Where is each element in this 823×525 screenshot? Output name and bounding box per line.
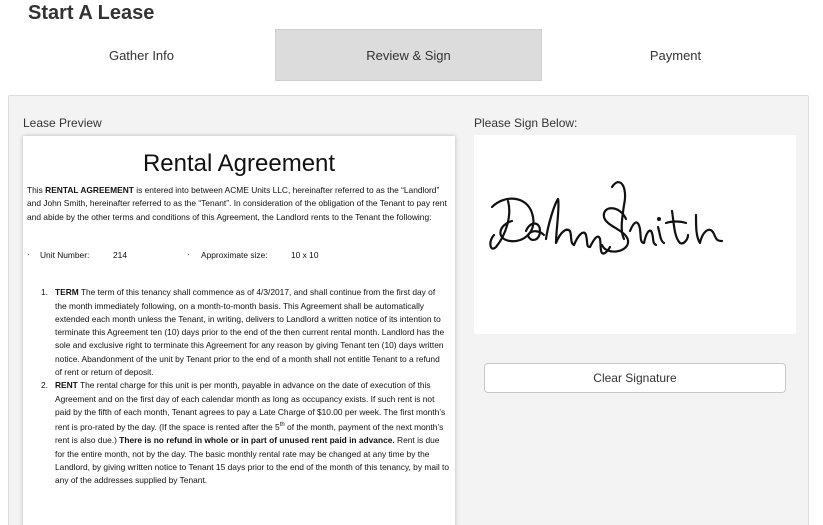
unit-details: · Unit Number: 214 · Approximate size: 1… <box>23 250 455 264</box>
intro-bold: RENTAL AGREEMENT <box>45 185 134 195</box>
tab-gather-info[interactable]: Gather Info <box>8 29 275 81</box>
term-number: 2. <box>41 380 48 391</box>
sign-below-label: Please Sign Below: <box>474 116 578 130</box>
bullet: · <box>187 250 190 260</box>
tab-payment[interactable]: Payment <box>542 29 809 81</box>
document-intro: This RENTAL AGREEMENT is entered into be… <box>23 180 455 224</box>
bullet: · <box>27 250 30 260</box>
list-item: 2. RENT The rental charge for this unit i… <box>41 379 449 487</box>
unit-number-label: Unit Number: <box>40 250 90 261</box>
intro-text: This <box>27 185 46 195</box>
size-value: 10 x 10 <box>291 250 319 261</box>
document-title: Rental Agreement <box>142 150 336 177</box>
step-tabs: Gather Info Review & Sign Payment <box>8 29 808 81</box>
term-heading: TERM <box>55 287 79 298</box>
review-panel: Lease Preview Please Sign Below: Rental … <box>8 95 809 525</box>
term-number: 1. <box>41 287 48 298</box>
unit-number-value: 214 <box>113 250 127 261</box>
lease-preview-label: Lease Preview <box>23 116 102 130</box>
terms-list: 1. TERM The term of this tenancy shall co… <box>23 286 455 487</box>
signature-pad[interactable] <box>474 135 796 334</box>
term-heading: RENT <box>55 380 78 391</box>
size-label: Approximate size: <box>201 250 268 261</box>
page-title: Start A Lease <box>28 2 155 24</box>
term-bold-text: There is no refund in whole or in part o… <box>119 435 395 446</box>
list-item: 1. TERM The term of this tenancy shall co… <box>41 286 449 379</box>
term-text: The term of this tenancy shall commence … <box>55 287 445 377</box>
lease-document[interactable]: Rental Agreement This RENTAL AGREEMENT i… <box>23 136 455 525</box>
signature-drawing <box>489 181 724 255</box>
clear-signature-button[interactable]: Clear Signature <box>484 363 786 393</box>
tab-review-sign[interactable]: Review & Sign <box>275 29 542 81</box>
